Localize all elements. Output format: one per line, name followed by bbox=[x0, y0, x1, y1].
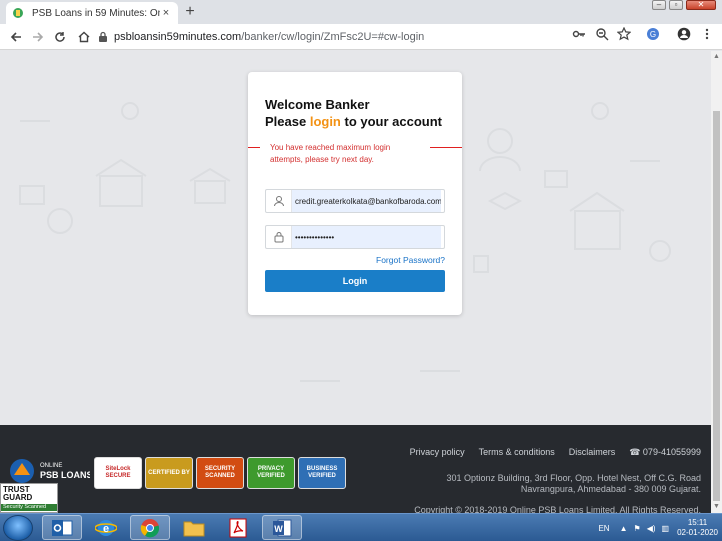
taskbar-word[interactable]: W bbox=[262, 515, 302, 540]
svg-text:ONLINE: ONLINE bbox=[40, 463, 62, 469]
volume-icon[interactable]: ◀) bbox=[647, 524, 656, 533]
security-seal[interactable]: BUSINESS VERIFIED bbox=[298, 457, 346, 489]
word-icon: W bbox=[273, 519, 292, 536]
taskbar-internet-explorer[interactable]: e bbox=[86, 515, 126, 540]
password-input[interactable] bbox=[292, 226, 441, 248]
error-message: You have reached maximum login attempts,… bbox=[270, 143, 391, 164]
page-content: Welcome Banker Please login to your acco… bbox=[0, 51, 711, 425]
site-footer: ONLINE PSB LOANS TRUST GUARD Security Sc… bbox=[0, 425, 711, 513]
security-seal[interactable]: SiteLock SECURE bbox=[94, 457, 142, 489]
tab-strip: PSB Loans in 59 Minutes: Online × + – ▫ … bbox=[0, 0, 722, 24]
key-icon[interactable] bbox=[572, 27, 586, 41]
pdf-icon bbox=[229, 518, 247, 537]
password-lock-icon bbox=[266, 226, 292, 248]
browser-toolbar: psbloansin59minutes.com/banker/cw/login/… bbox=[0, 24, 722, 50]
system-clock[interactable]: 15:11 02-01-2020 bbox=[677, 518, 718, 538]
scroll-thumb[interactable] bbox=[713, 111, 720, 501]
profile-avatar-icon[interactable] bbox=[677, 27, 691, 41]
address-bar[interactable]: psbloansin59minutes.com/banker/cw/login/… bbox=[98, 27, 638, 47]
username-field bbox=[265, 189, 445, 213]
bookmark-star-icon[interactable] bbox=[617, 27, 631, 41]
security-seal[interactable]: SECURITY SCANNED bbox=[196, 457, 244, 489]
system-tray: EN ▲ ⚑ ◀) ▥ 15:11 02-01-2020 bbox=[598, 514, 718, 541]
terms-link[interactable]: Terms & conditions bbox=[479, 447, 555, 458]
scroll-down-icon[interactable]: ▼ bbox=[713, 503, 720, 511]
password-field bbox=[265, 225, 445, 249]
menu-kebab-icon[interactable] bbox=[700, 27, 714, 41]
login-button[interactable]: Login bbox=[265, 270, 445, 292]
address-line-2: Navrangpura, Ahmedabad - 380 009 Gujarat… bbox=[520, 484, 701, 494]
welcome-heading: Welcome Banker bbox=[265, 97, 370, 112]
folder-icon bbox=[183, 521, 205, 536]
disclaimers-link[interactable]: Disclaimers bbox=[569, 447, 616, 458]
new-tab-button[interactable]: + bbox=[182, 4, 198, 20]
tab-close-icon[interactable]: × bbox=[160, 7, 172, 19]
window-controls: – ▫ ✕ bbox=[649, 0, 716, 10]
psb-favicon-icon bbox=[12, 7, 24, 19]
error-divider-right bbox=[430, 147, 462, 148]
scroll-up-icon[interactable]: ▲ bbox=[713, 53, 720, 61]
svg-text:PSB LOANS: PSB LOANS bbox=[40, 470, 90, 480]
login-subheading: Please login to your account bbox=[265, 114, 442, 129]
chrome-icon bbox=[140, 518, 160, 537]
back-icon[interactable] bbox=[8, 29, 24, 45]
taskbar-outlook[interactable] bbox=[42, 515, 82, 540]
page-scrollbar[interactable]: ▲ ▼ bbox=[711, 51, 722, 513]
browser-tab[interactable]: PSB Loans in 59 Minutes: Online × bbox=[6, 2, 178, 24]
privacy-policy-link[interactable]: Privacy policy bbox=[410, 447, 465, 458]
trust-guard-badge[interactable]: TRUST GUARD Security Scanned bbox=[0, 483, 58, 513]
taskbar-acrobat[interactable] bbox=[218, 515, 258, 540]
svg-text:W: W bbox=[274, 524, 283, 534]
tray-expand-icon[interactable]: ▲ bbox=[620, 524, 628, 533]
taskbar-file-explorer[interactable] bbox=[174, 515, 214, 540]
minimize-button[interactable]: – bbox=[652, 0, 666, 10]
lock-icon bbox=[98, 31, 108, 43]
window-close-button[interactable]: ✕ bbox=[686, 0, 716, 10]
taskbar-chrome[interactable] bbox=[130, 515, 170, 540]
outlook-icon bbox=[52, 519, 73, 536]
security-seal[interactable]: CERTIFIED BY bbox=[145, 457, 193, 489]
footer-links: Privacy policy Terms & conditions Discla… bbox=[396, 447, 701, 458]
tab-title: PSB Loans in 59 Minutes: Online bbox=[32, 7, 160, 19]
zoom-icon[interactable] bbox=[595, 27, 609, 41]
action-center-icon[interactable]: ⚑ bbox=[634, 524, 641, 533]
language-indicator[interactable]: EN bbox=[598, 524, 609, 533]
svg-text:G: G bbox=[650, 30, 656, 39]
security-seal[interactable]: PRIVACY VERIFIED bbox=[247, 457, 295, 489]
svg-text:e: e bbox=[103, 523, 109, 535]
windows-taskbar: e W EN ▲ ⚑ ◀) ▥ 15:11 02-01-2020 bbox=[0, 513, 722, 541]
phone-number: ☎ 079-41055999 bbox=[629, 447, 701, 457]
network-icon[interactable]: ▥ bbox=[662, 524, 670, 533]
copyright-text: Copyright © 2018-2019 Online PSB Loans L… bbox=[414, 505, 701, 513]
error-divider-left bbox=[248, 147, 260, 148]
forward-icon[interactable] bbox=[30, 29, 46, 45]
reload-icon[interactable] bbox=[52, 29, 68, 45]
extension-icon[interactable]: G bbox=[646, 27, 660, 41]
home-icon[interactable] bbox=[76, 29, 92, 45]
username-input[interactable] bbox=[292, 190, 441, 212]
address-line-1: 301 Optionz Building, 3rd Floor, Opp. Ho… bbox=[446, 473, 701, 483]
url-text: psbloansin59minutes.com/banker/cw/login/… bbox=[114, 31, 425, 43]
login-card: Welcome Banker Please login to your acco… bbox=[248, 72, 462, 315]
start-button[interactable] bbox=[3, 515, 33, 541]
user-icon bbox=[266, 190, 292, 212]
restore-button[interactable]: ▫ bbox=[669, 0, 683, 10]
internet-explorer-icon: e bbox=[95, 519, 117, 536]
forgot-password-link[interactable]: Forgot Password? bbox=[376, 255, 445, 265]
